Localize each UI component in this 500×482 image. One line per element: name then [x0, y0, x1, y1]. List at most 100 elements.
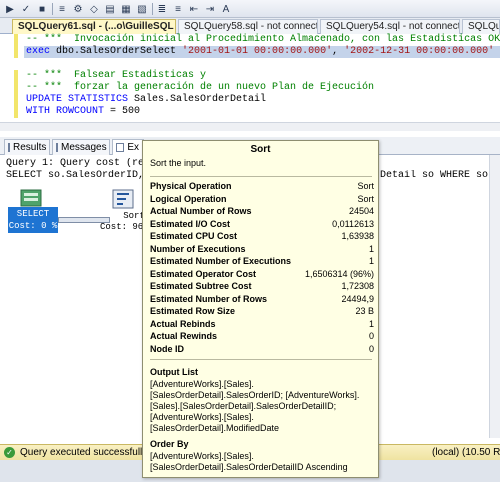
uncomment-icon[interactable]: ≡	[172, 2, 184, 16]
code-text: Sales.SalesOrderDetail	[128, 94, 267, 105]
tab-messages-label: Messages	[61, 142, 107, 153]
code-line-5: UPDATE STATISTICS Sales.SalesOrderDetail	[26, 94, 266, 106]
select-operator-icon	[20, 189, 42, 207]
results-file-icon[interactable]: ▧	[136, 2, 148, 16]
tab-results-label: Results	[13, 142, 47, 153]
indent-icon[interactable]: ⇥	[204, 2, 216, 16]
tooltip-divider	[150, 176, 372, 177]
property-name: Estimated Subtree Cost	[150, 281, 252, 291]
intellisense-icon[interactable]: ◇	[88, 2, 100, 16]
property-value: 1,72308	[341, 281, 374, 291]
sort-operator-icon[interactable]	[112, 189, 134, 209]
results-grid-icon[interactable]: ▦	[120, 2, 132, 16]
property-value: 0,0112613	[332, 218, 374, 229]
tooltip-row: Estimated Operator Cost 1,6506314 (96%)	[150, 268, 374, 280]
server-connection: (local) (10.50 RTM	[432, 447, 500, 458]
tooltip-row: Estimated CPU Cost 1,63938	[150, 230, 374, 242]
success-check-icon: ✓	[4, 447, 15, 458]
tab-execution-plan[interactable]: Ex	[112, 139, 144, 155]
tab-messages[interactable]: Messages	[52, 139, 110, 155]
property-value: 1	[368, 256, 374, 266]
code-line-2: exec dbo.SalesOrderSelect '2001-01-01 00…	[26, 46, 494, 58]
property-value: 24504	[348, 206, 374, 216]
change-marker	[14, 34, 18, 58]
code-keyword: exec	[26, 46, 51, 57]
tooltip-title: Sort	[250, 144, 271, 155]
tab-sqlquery54[interactable]: SQLQuery54.sql - not connected*	[320, 19, 460, 34]
property-name: Logical Operation	[150, 193, 227, 204]
tooltip-row: Estimated Row Size 23 B	[150, 305, 374, 317]
property-value: 1	[368, 243, 374, 254]
property-value: Sort	[357, 181, 374, 191]
output-list: [AdventureWorks].[Sales]. [SalesOrderDet…	[150, 379, 372, 434]
property-name: Estimated Number of Executions	[150, 256, 292, 266]
parse-check-icon[interactable]: ✓	[20, 2, 32, 16]
display-plan-icon[interactable]: ≡	[56, 2, 68, 16]
output-list-line: [Sales].[SalesOrderDetail].SalesOrderDet…	[150, 401, 337, 411]
grid-icon	[8, 143, 10, 152]
outdent-icon[interactable]: ⇤	[188, 2, 200, 16]
output-list-line: [AdventureWorks].[Sales].	[150, 379, 254, 389]
order-by-header: Order By	[150, 439, 189, 449]
comment-icon[interactable]: ≣	[156, 2, 168, 16]
tooltip-row: Estimated I/O Cost 0,0112613	[150, 218, 374, 230]
messages-icon	[56, 143, 58, 152]
property-value: 1,6506314 (96%)	[304, 268, 374, 279]
property-value: 1	[368, 318, 374, 329]
select-node-label: SELECT	[16, 209, 50, 219]
toolbar-separator	[152, 3, 153, 15]
plan-icon	[116, 143, 125, 152]
specify-values-icon[interactable]: A	[220, 2, 232, 16]
tab-sqlquery58[interactable]: SQLQuery58.sql - not connected*	[178, 19, 318, 34]
code-text: ,	[332, 46, 345, 57]
tooltip-divider	[150, 359, 372, 360]
output-list-header: Output List	[150, 367, 198, 377]
toolbar-separator	[52, 3, 53, 15]
code-string: '2001-01-01 00:00:00.000'	[182, 46, 333, 57]
property-name: Estimated I/O Cost	[150, 218, 231, 229]
plan-vertical-scrollbar[interactable]	[489, 155, 500, 438]
query-cost-line: Query 1: Query cost (re	[6, 158, 142, 169]
tooltip-row: Estimated Subtree Cost 1,72308	[150, 280, 374, 292]
code-line-3: -- *** Falsear Estadisticas y	[26, 70, 207, 81]
output-list-line: [AdventureWorks].[Sales].	[150, 412, 254, 422]
property-name: Number of Executions	[150, 243, 246, 254]
output-list-line: [SalesOrderDetail].SalesOrderID; [Advent…	[150, 390, 360, 400]
property-name: Estimated Number of Rows	[150, 293, 268, 304]
status-message: Query executed successfully.	[20, 447, 150, 458]
results-text-icon[interactable]: ▤	[104, 2, 116, 16]
order-by-line: [SalesOrderDetail].SalesOrderDetailID As…	[150, 462, 348, 472]
code-line-4: -- *** forzar la generación de un nuevo …	[26, 82, 375, 93]
toolbar: ▶ ✓ ■ ≡ ⚙ ◇ ▤ ▦ ▧ ≣ ≡ ⇤ ⇥ A	[0, 0, 500, 18]
tooltip-row: Number of Executions 1	[150, 243, 374, 255]
tab-execution-plan-label: Ex	[127, 142, 139, 153]
editor-horizontal-scrollbar[interactable]	[0, 122, 500, 131]
query-sql-line-end: Detail so WHERE so.Mo	[380, 170, 488, 181]
query-options-icon[interactable]: ⚙	[72, 2, 84, 16]
select-node-cost: Cost: 0 %	[8, 221, 58, 231]
select-operator-node[interactable]: SELECT Cost: 0 %	[8, 207, 58, 233]
property-name: Estimated Operator Cost	[150, 268, 257, 279]
property-value: 23 B	[355, 306, 374, 316]
tooltip-row: Node ID 0	[150, 343, 374, 355]
property-value: 24494,9	[341, 293, 374, 304]
stop-icon[interactable]: ■	[36, 2, 48, 16]
tooltip-description: Sort the input.	[150, 158, 207, 168]
tab-sqlque[interactable]: SQLQue	[462, 19, 500, 34]
property-name: Physical Operation	[150, 181, 232, 191]
tooltip-row: Physical Operation Sort	[150, 180, 374, 192]
code-keyword: WITH ROWCOUNT	[26, 106, 105, 117]
execute-icon[interactable]: ▶	[4, 2, 16, 16]
output-list-line: [SalesOrderDetail].ModifiedDate	[150, 423, 280, 433]
property-value: 1,63938	[341, 231, 374, 241]
code-keyword: UPDATE STATISTICS	[26, 94, 129, 105]
document-tab-bar: SQLQuery61.sql - (...o\GuilleSQL (53))* …	[0, 18, 500, 34]
tab-sqlquery61[interactable]: SQLQuery61.sql - (...o\GuilleSQL (53))*	[12, 19, 176, 34]
tooltip-row: Actual Rewinds 0	[150, 330, 374, 342]
property-name: Actual Rebinds	[150, 318, 216, 329]
property-name: Estimated CPU Cost	[150, 231, 238, 241]
query-editor[interactable]: -- *** Invocación inicial al Procedimien…	[0, 34, 500, 122]
tab-results[interactable]: Results	[4, 139, 50, 155]
property-name: Actual Rewinds	[150, 331, 218, 341]
tooltip-row: Estimated Number of Executions 1	[150, 255, 374, 267]
